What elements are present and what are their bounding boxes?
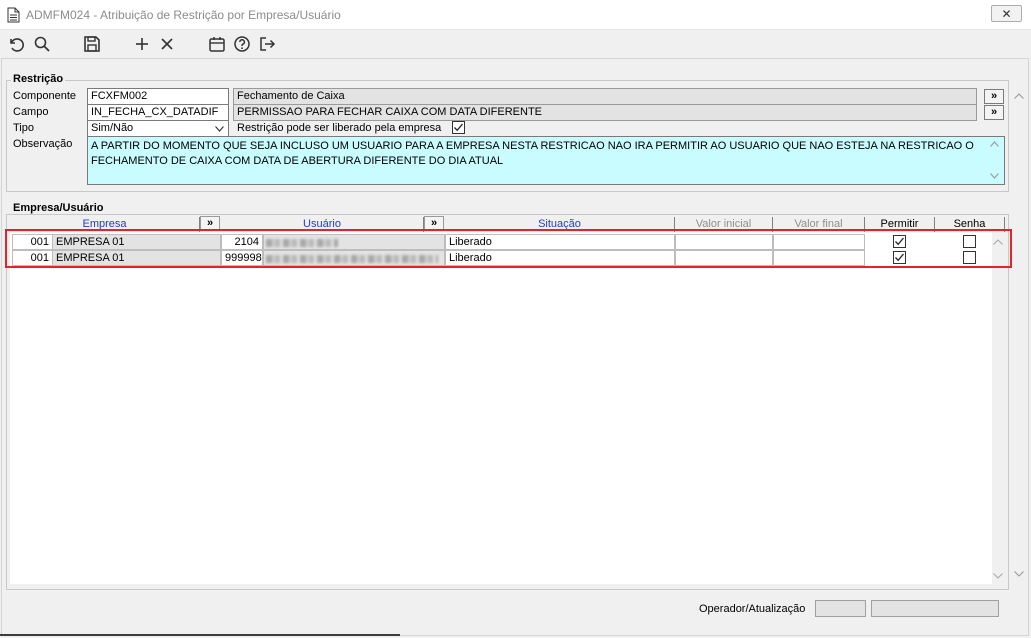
scroll-up-icon[interactable] [990, 141, 999, 147]
cell-valor-final[interactable] [773, 250, 865, 266]
permitir-checkbox[interactable] [893, 251, 906, 264]
close-button[interactable]: ✕ [991, 5, 1022, 22]
cell-empresa-code[interactable]: 001 [12, 234, 53, 250]
campo-code-field[interactable]: IN_FECHA_CX_DATADIF [87, 104, 229, 121]
senha-checkbox[interactable] [963, 251, 976, 264]
cell-empresa-name: EMPRESA 01 [52, 234, 221, 250]
calendar-icon[interactable] [207, 34, 227, 54]
col-header-senha[interactable]: Senha [935, 217, 1005, 232]
cell-empresa-code[interactable]: 001 [12, 250, 53, 266]
chevron-down-icon [215, 126, 224, 132]
operador-label: Operador/Atualização [699, 603, 806, 615]
col-header-valor-inicial[interactable]: Valor inicial [675, 217, 773, 232]
empresa-lookup-button[interactable]: » [200, 216, 220, 231]
cell-valor-final[interactable] [773, 234, 865, 250]
help-icon[interactable] [232, 34, 252, 54]
col-header-empresa[interactable]: Empresa [10, 217, 200, 232]
observacao-text: A PARTIR DO MOMENTO QUE SEJA INCLUSO UM … [91, 140, 974, 167]
save-icon[interactable] [82, 34, 102, 54]
tipo-label: Tipo [13, 122, 34, 134]
redacted-name [266, 255, 438, 263]
title-bar: ADMFM024 - Atribuição de Restrição por E… [0, 0, 1031, 30]
col-header-situacao[interactable]: Situação [445, 217, 675, 232]
cell-valor-inicial[interactable] [675, 234, 773, 250]
check-icon [454, 123, 463, 132]
atualizacao-field [871, 600, 999, 617]
taskbar-edge [0, 634, 400, 636]
liberado-checkbox[interactable] [452, 121, 465, 134]
restricao-legend: Restrição [11, 73, 66, 85]
campo-label: Campo [13, 106, 49, 118]
cell-situacao[interactable]: Liberado [445, 234, 675, 250]
scroll-down-icon[interactable] [993, 573, 1003, 579]
undo-icon[interactable] [6, 34, 26, 54]
delete-icon[interactable] [157, 34, 177, 54]
tipo-value: Sim/Não [91, 122, 134, 134]
cell-usuario-code[interactable]: 999998 [221, 250, 263, 266]
add-icon[interactable] [132, 34, 152, 54]
scroll-up-icon[interactable] [1014, 93, 1024, 99]
scroll-down-icon[interactable] [990, 173, 999, 179]
componente-code-field[interactable]: FCXFM002 [87, 88, 229, 105]
close-icon: ✕ [1001, 6, 1012, 21]
observacao-label: Observação [13, 138, 73, 150]
redacted-name [266, 239, 338, 247]
empresa-usuario-grid: 001 EMPRESA 01 2104 Liberado 001 EMPRESA… [10, 232, 992, 584]
empresa-usuario-legend: Empresa/Usuário [11, 202, 106, 214]
cell-usuario-name [263, 234, 445, 250]
senha-checkbox[interactable] [963, 235, 976, 248]
campo-desc-field: PERMISSAO PARA FECHAR CAIXA COM DATA DIF… [233, 104, 977, 121]
scroll-up-icon[interactable] [993, 239, 1003, 245]
col-header-permitir[interactable]: Permitir [865, 217, 935, 232]
col-header-valor-final[interactable]: Valor final [773, 217, 865, 232]
usuario-lookup-button[interactable]: » [424, 216, 444, 231]
grid-scrollbar[interactable] [990, 234, 1006, 584]
cell-situacao[interactable]: Liberado [445, 250, 675, 266]
cell-usuario-name [263, 250, 445, 266]
document-icon [7, 7, 20, 23]
operador-field [815, 600, 866, 617]
tipo-select[interactable]: Sim/Não [87, 120, 229, 137]
search-icon[interactable] [32, 34, 52, 54]
campo-lookup-button[interactable]: » [984, 105, 1004, 120]
exit-icon[interactable] [257, 34, 277, 54]
liberado-label: Restrição pode ser liberado pela empresa [237, 122, 442, 134]
componente-lookup-button[interactable]: » [984, 89, 1004, 104]
componente-label: Componente [13, 90, 76, 102]
toolbar [0, 30, 1031, 58]
cell-empresa-name: EMPRESA 01 [52, 250, 221, 266]
cell-usuario-code[interactable]: 2104 [221, 234, 263, 250]
observacao-textarea[interactable]: A PARTIR DO MOMENTO QUE SEJA INCLUSO UM … [87, 136, 1005, 185]
check-icon [895, 237, 904, 246]
check-icon [895, 253, 904, 262]
permitir-checkbox[interactable] [893, 235, 906, 248]
scroll-down-icon[interactable] [1014, 571, 1024, 577]
form-scrollbar[interactable] [1011, 86, 1027, 582]
col-header-usuario[interactable]: Usuário [221, 217, 424, 232]
cell-valor-inicial[interactable] [675, 250, 773, 266]
componente-desc-field: Fechamento de Caixa [233, 88, 977, 105]
window-title: ADMFM024 - Atribuição de Restrição por E… [26, 8, 341, 22]
